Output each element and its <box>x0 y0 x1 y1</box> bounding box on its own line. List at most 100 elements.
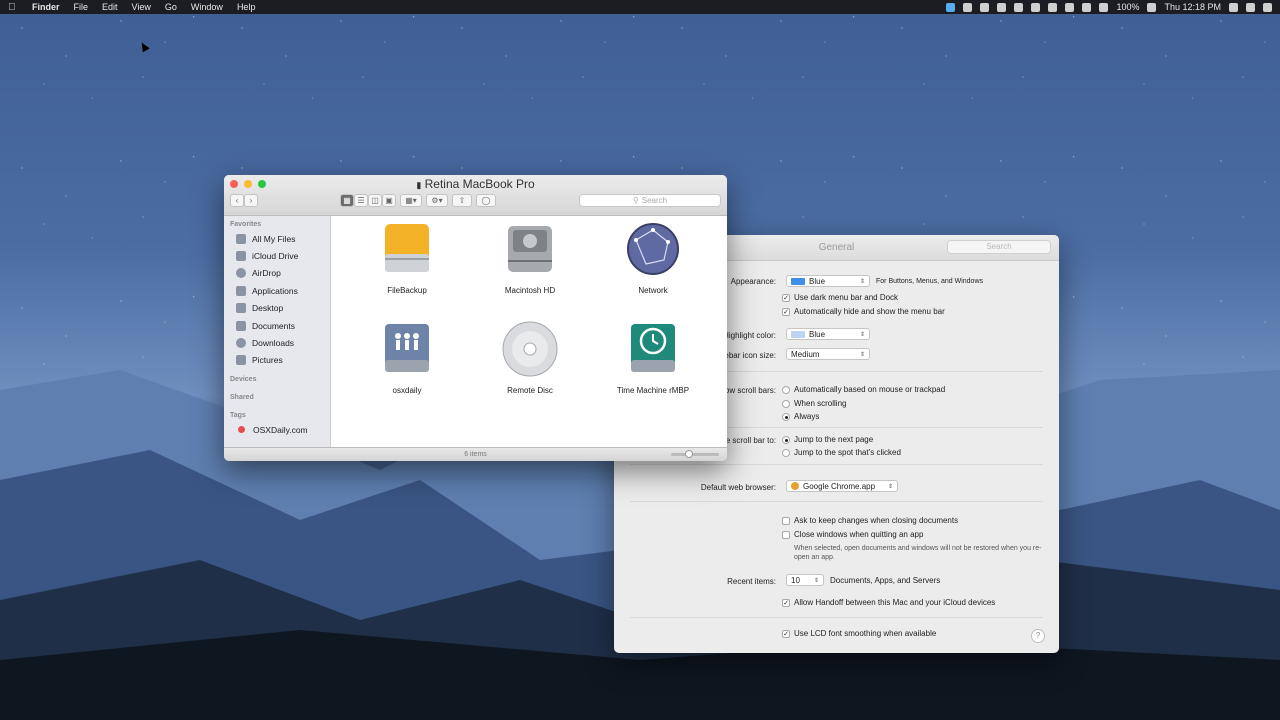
column-view-button[interactable]: ◫ <box>368 193 382 207</box>
finder-titlebar[interactable]: ▮ Retina MacBook Pro ‹ › ▦ ☰ ◫ ▣ ▦▾ ⚙▾ ⇧… <box>224 175 727 216</box>
pictures-icon <box>236 355 246 366</box>
bluetooth-icon[interactable] <box>1082 2 1092 12</box>
radio-selected-icon[interactable] <box>782 435 790 444</box>
window-title-text: Retina MacBook Pro <box>424 177 535 191</box>
sidebar-item-downloads[interactable]: Downloads <box>224 334 330 351</box>
chrome-icon[interactable] <box>1031 2 1041 12</box>
appearance-note: For Buttons, Menus, and Windows <box>876 277 983 285</box>
highlight-popup[interactable]: Blue ⇕ <box>786 328 870 340</box>
icon-size-slider[interactable] <box>671 450 719 458</box>
scroll-when-radio[interactable]: When scrolling <box>782 399 846 408</box>
auto-hide-menu-checkbox[interactable]: ✓ Automatically hide and show the menu b… <box>782 307 945 316</box>
sidebar-item-documents[interactable]: Documents <box>224 317 330 334</box>
scroll-auto-radio[interactable]: Automatically based on mouse or trackpad <box>782 385 945 394</box>
recent-items-popup[interactable]: 10 ⇕ <box>786 574 824 586</box>
menu-file[interactable]: File <box>74 2 89 12</box>
item-macintosh-hd[interactable]: Macintosh HD <box>475 220 585 295</box>
cloud-icon[interactable] <box>997 2 1007 12</box>
tag-icon[interactable]: ◯ <box>476 193 496 207</box>
menu-app-finder[interactable]: Finder <box>32 2 60 12</box>
sidebar-item-pictures[interactable]: Pictures <box>224 352 330 369</box>
menu-view[interactable]: View <box>132 2 151 12</box>
battery-icon[interactable] <box>1147 2 1157 12</box>
jump-spot-radio[interactable]: Jump to the spot that's clicked <box>782 448 901 457</box>
user-icon[interactable] <box>1229 2 1238 12</box>
checkbox-icon[interactable]: ✓ <box>782 598 790 607</box>
share-icon[interactable]: ⇧ <box>452 193 472 207</box>
shield-icon[interactable] <box>1014 2 1024 12</box>
sidebar-item-tag-osxdaily[interactable]: OSXDaily.com <box>224 421 330 438</box>
arrange-button[interactable]: ▦▾ <box>400 193 422 207</box>
dark-menu-checkbox[interactable]: ✓ Use dark menu bar and Dock <box>782 293 898 302</box>
checkbox-icon[interactable]: ✓ <box>782 307 790 316</box>
radio-icon[interactable] <box>782 399 790 408</box>
status-area: 100% Thu 12:18 PM <box>946 2 1272 12</box>
menu-go[interactable]: Go <box>165 2 177 12</box>
spotlight-icon[interactable] <box>1246 2 1255 12</box>
popup-arrows-icon: ⇕ <box>859 351 865 358</box>
time-machine-status-icon[interactable] <box>1065 2 1075 12</box>
close-windows-checkbox[interactable]: Close windows when quitting an app <box>782 530 923 539</box>
record-icon[interactable] <box>980 2 990 12</box>
browser-popup[interactable]: Google Chrome.app ⇕ <box>786 480 898 492</box>
recent-items-label: Recent items: <box>727 577 776 586</box>
item-network[interactable]: Network <box>598 220 708 295</box>
item-filebackup[interactable]: FileBackup <box>352 220 462 295</box>
menu-edit[interactable]: Edit <box>102 2 118 12</box>
help-button[interactable]: ? <box>1031 629 1045 643</box>
prefs-search-input[interactable]: Search <box>947 240 1051 254</box>
cloud-icon <box>236 251 246 262</box>
battery-percentage[interactable]: 100% <box>1116 2 1139 12</box>
all-files-icon <box>236 233 246 244</box>
radio-selected-icon[interactable] <box>782 412 790 421</box>
icon-view-button[interactable]: ▦ <box>340 193 354 207</box>
sidebar-size-popup[interactable]: Medium ⇕ <box>786 348 870 360</box>
internal-drive-icon <box>508 226 552 272</box>
radio-icon[interactable] <box>782 385 790 394</box>
sidebar-item-desktop[interactable]: Desktop <box>224 300 330 317</box>
sidebar-item-all-my-files[interactable]: All My Files <box>224 230 330 247</box>
handoff-checkbox[interactable]: ✓ Allow Handoff between this Mac and you… <box>782 598 995 607</box>
dropbox-icon[interactable] <box>963 2 973 12</box>
menu-window[interactable]: Window <box>191 2 223 12</box>
checkbox-icon[interactable]: ✓ <box>782 629 790 638</box>
radio-icon[interactable] <box>782 448 790 457</box>
forward-button[interactable]: › <box>244 193 258 207</box>
finder-search-input[interactable]: ⚲ Search <box>579 193 721 207</box>
shared-header[interactable]: Shared <box>224 391 330 403</box>
item-remote-disc[interactable]: Remote Disc <box>475 320 585 395</box>
scroll-always-radio[interactable]: Always <box>782 412 819 421</box>
list-view-button[interactable]: ☰ <box>354 193 368 207</box>
airplay-icon[interactable] <box>1048 2 1058 12</box>
ask-keep-checkbox[interactable]: Ask to keep changes when closing documen… <box>782 516 958 525</box>
sidebar-item-applications[interactable]: Applications <box>224 282 330 299</box>
checkbox-icon[interactable] <box>782 516 790 525</box>
finder-window: ▮ Retina MacBook Pro ‹ › ▦ ☰ ◫ ▣ ▦▾ ⚙▾ ⇧… <box>224 175 727 461</box>
item-osxdaily[interactable]: osxdaily <box>352 320 462 395</box>
sidebar-item-airdrop[interactable]: AirDrop <box>224 265 330 282</box>
scroll-always-label: Always <box>794 412 820 421</box>
sidebar-item-icloud-drive[interactable]: iCloud Drive <box>224 247 330 264</box>
favorites-header: Favorites <box>230 221 262 228</box>
clock[interactable]: Thu 12:18 PM <box>1164 2 1221 12</box>
slider-knob[interactable] <box>685 450 693 458</box>
notification-center-icon[interactable] <box>1263 2 1272 12</box>
item-time-machine[interactable]: Time Machine rMBP <box>598 320 708 395</box>
apple-menu-icon[interactable]:  <box>8 2 22 13</box>
checkbox-icon[interactable]: ✓ <box>782 293 790 302</box>
back-button[interactable]: ‹ <box>230 193 244 207</box>
lcd-smoothing-checkbox[interactable]: ✓ Use LCD font smoothing when available <box>782 629 936 638</box>
sidebar-item-label: OSXDaily.com <box>253 424 308 435</box>
menu-help[interactable]: Help <box>237 2 256 12</box>
devices-header[interactable]: Devices <box>224 373 330 385</box>
wifi-icon[interactable] <box>1099 2 1109 12</box>
jump-next-page-radio[interactable]: Jump to the next page <box>782 435 873 444</box>
checkbox-icon[interactable] <box>782 530 790 539</box>
twitter-icon[interactable] <box>946 2 956 12</box>
action-gear-icon[interactable]: ⚙▾ <box>426 193 448 207</box>
cover-flow-button[interactable]: ▣ <box>382 193 396 207</box>
separator <box>630 464 1043 465</box>
tags-header[interactable]: Tags <box>224 409 330 421</box>
appearance-popup[interactable]: Blue ⇕ <box>786 275 870 287</box>
airdrop-icon <box>236 268 246 279</box>
